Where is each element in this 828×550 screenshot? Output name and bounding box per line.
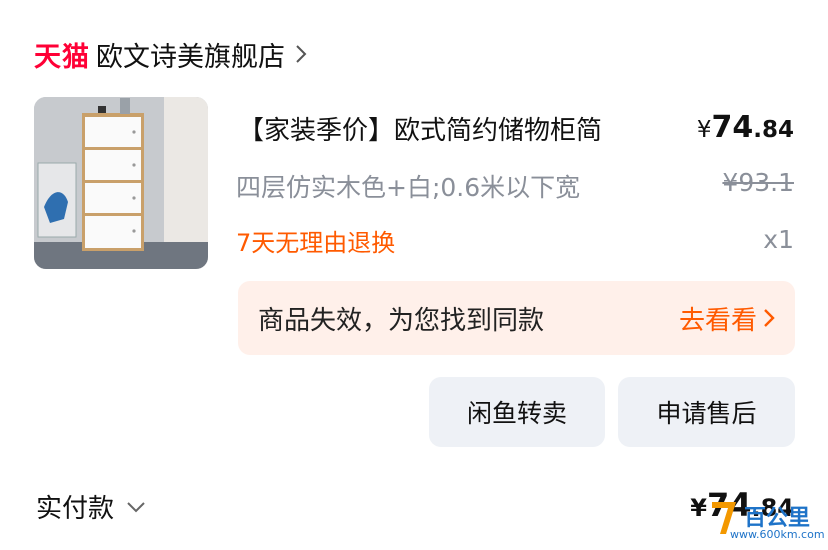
quantity: x1 bbox=[763, 225, 794, 254]
product-price: ¥74.84 bbox=[697, 110, 794, 145]
apply-after-sale-button[interactable]: 申请售后 bbox=[618, 377, 795, 447]
product-image[interactable] bbox=[34, 97, 208, 269]
paid-label: 实付款 bbox=[36, 494, 115, 524]
shop-header[interactable]: 天猫 欧文诗美旗舰店 bbox=[34, 32, 307, 76]
see-similar-link[interactable]: 去看看 bbox=[679, 300, 775, 337]
product-title[interactable]: 【家装季价】欧式简约储物柜简 bbox=[238, 110, 602, 147]
watermark-url: www.600km.com bbox=[730, 528, 825, 541]
chevron-right-icon[interactable] bbox=[295, 44, 307, 64]
original-price: ¥93.1 bbox=[722, 168, 794, 197]
chevron-right-icon bbox=[764, 309, 775, 327]
price-currency: ¥ bbox=[696, 117, 712, 143]
watermark-logo: 百公里 www.600km.com bbox=[704, 496, 825, 544]
price-decimal: .84 bbox=[753, 117, 794, 143]
tmall-logo: 天猫 bbox=[34, 41, 90, 73]
shop-name[interactable]: 欧文诗美旗舰店 bbox=[96, 35, 285, 74]
invalid-notice-text: 商品失效，为您找到同款 bbox=[258, 305, 545, 336]
product-spec: 四层仿实木色+白;0.6米以下宽 bbox=[236, 173, 581, 202]
return-policy-tag: 7天无理由退换 bbox=[236, 229, 396, 257]
price-integer: 74 bbox=[711, 110, 754, 145]
chevron-down-icon bbox=[127, 501, 145, 512]
xianyu-resell-button[interactable]: 闲鱼转卖 bbox=[429, 377, 605, 447]
payment-toggle[interactable]: 实付款 bbox=[36, 488, 146, 525]
see-similar-label: 去看看 bbox=[678, 305, 757, 336]
product-invalid-banner[interactable]: 商品失效，为您找到同款 去看看 bbox=[238, 281, 795, 355]
